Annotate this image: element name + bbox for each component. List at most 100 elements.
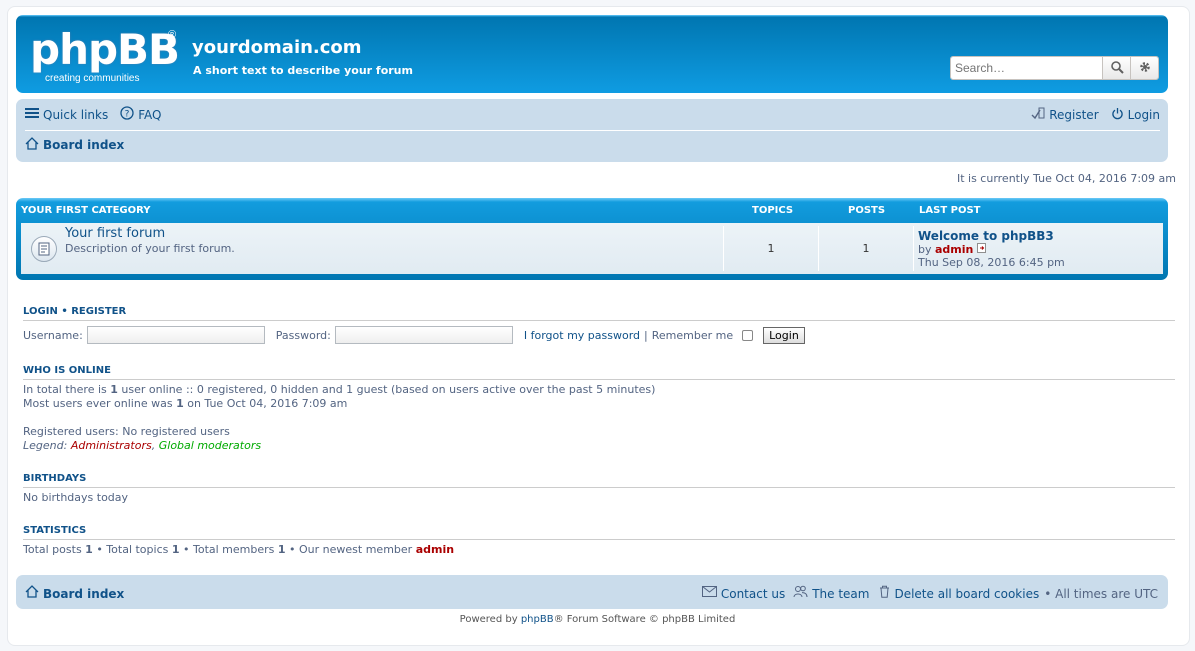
board-index-label: Board index xyxy=(43,138,125,152)
online-text-c: user online :: 0 registered, 0 hidden an… xyxy=(117,383,656,396)
birthdays-divider xyxy=(23,487,1175,488)
legend-comma: , xyxy=(151,439,156,452)
register-link[interactable]: Register xyxy=(1031,107,1099,124)
faq-label: FAQ xyxy=(138,108,162,122)
forum-topics-count: 1 xyxy=(723,226,818,271)
contact-us-link[interactable]: Contact us xyxy=(701,586,785,601)
register-section-link[interactable]: REGISTER xyxy=(71,306,126,317)
quick-links-label: Quick links xyxy=(43,108,109,122)
who-online-divider xyxy=(23,379,1175,380)
site-description: A short text to describe your forum xyxy=(193,64,413,77)
svg-text:?: ? xyxy=(125,110,130,120)
statistics-divider xyxy=(23,539,1175,540)
last-post-title-link[interactable]: Welcome to phpBB3 xyxy=(918,229,1054,243)
statistics-line: Total posts 1 • Total topics 1 • Total m… xyxy=(23,543,454,556)
stat-members-label: • Total members xyxy=(179,543,278,556)
trash-icon xyxy=(879,585,890,602)
legend-administrators-link[interactable]: Administrators xyxy=(71,439,152,452)
registered-users-line: Registered users: No registered users xyxy=(23,425,230,438)
navbar-divider xyxy=(25,130,1160,131)
most-count: 1 xyxy=(176,397,184,410)
forum-description: Description of your first forum. xyxy=(65,242,235,255)
login-divider xyxy=(23,320,1175,321)
breadcrumb: Board index xyxy=(25,136,136,154)
topics-column-header: TOPICS xyxy=(752,205,794,216)
footer-navbar: Board index Contact us The team Delete a… xyxy=(16,575,1168,609)
last-post-author-link[interactable]: admin xyxy=(935,243,973,256)
gear-icon xyxy=(1138,60,1152,77)
stat-posts-value: 1 xyxy=(85,543,93,556)
footer-breadcrumb: Board index xyxy=(25,585,136,602)
footer-board-index[interactable]: Board index xyxy=(25,585,124,602)
forum-title-link[interactable]: Your first forum xyxy=(65,226,165,241)
password-label: Password: xyxy=(275,328,331,342)
remember-me-checkbox[interactable] xyxy=(742,329,754,341)
birthdays-text: No birthdays today xyxy=(23,491,129,504)
breadcrumb-board-index[interactable]: Board index xyxy=(25,136,125,154)
current-time: It is currently Tue Oct 04, 2016 7:09 am xyxy=(956,172,1176,185)
login-button[interactable]: Login xyxy=(763,326,805,344)
phpbb-logo[interactable]: phpBB ® creating communities xyxy=(30,25,180,85)
users-icon xyxy=(793,585,808,602)
password-field[interactable] xyxy=(334,326,513,344)
username-field[interactable] xyxy=(86,326,265,344)
logo-registered-mark: ® xyxy=(168,29,177,41)
navbar-right: Register Login xyxy=(1031,107,1160,124)
home-icon xyxy=(25,136,39,154)
forgot-password-link[interactable]: I forgot my password xyxy=(524,329,640,342)
home-icon xyxy=(25,585,39,602)
login-register-title: LOGIN • REGISTER xyxy=(23,306,126,317)
delete-cookies-link[interactable]: Delete all board cookies xyxy=(879,585,1039,602)
navbar: Quick links ? FAQ Register Login Board i… xyxy=(16,99,1168,162)
most-users-line: Most users ever online was 1 on Tue Oct … xyxy=(23,397,347,410)
hamburger-icon xyxy=(25,107,39,123)
logo-text: phpBB xyxy=(30,25,180,74)
the-team-link[interactable]: The team xyxy=(793,585,869,602)
posts-column-header: POSTS xyxy=(848,205,886,216)
envelope-icon xyxy=(701,586,717,601)
copyright: Powered by phpBB® Forum Software © phpBB… xyxy=(0,614,1195,625)
search-button[interactable] xyxy=(1102,57,1130,79)
forum-read-icon xyxy=(31,236,57,262)
category-title[interactable]: YOUR FIRST CATEGORY xyxy=(21,205,151,216)
stat-topics-label: • Total topics xyxy=(92,543,172,556)
forum-row: Your first forum Description of your fir… xyxy=(21,223,1163,274)
the-team-label: The team xyxy=(812,586,870,601)
stat-topics-value: 1 xyxy=(171,543,180,556)
view-latest-post-icon[interactable] xyxy=(976,243,987,256)
power-icon xyxy=(1111,107,1124,124)
forum-category-box: YOUR FIRST CATEGORY TOPICS POSTS LAST PO… xyxy=(16,198,1168,280)
forum-posts-count: 1 xyxy=(818,226,913,271)
last-post-info: Welcome to phpBB3 by admin Thu Sep 08, 2… xyxy=(918,229,1065,270)
footer-links: Contact us The team Delete all board coo… xyxy=(701,585,1158,602)
last-post-column-header: LAST POST xyxy=(919,205,981,216)
pipe-separator: | xyxy=(644,328,648,342)
username-label: Username: xyxy=(23,328,83,342)
pencil-check-icon xyxy=(1031,107,1045,124)
footer-board-index-label: Board index xyxy=(43,586,125,601)
online-text-a: In total there is xyxy=(23,383,111,396)
advanced-search-button[interactable] xyxy=(1130,57,1158,79)
copyright-text: ® Forum Software © phpBB Limited xyxy=(553,614,736,625)
legend-moderators-link[interactable]: Global moderators xyxy=(159,439,261,452)
quick-links-menu[interactable]: Quick links xyxy=(25,106,108,124)
who-is-online-title[interactable]: WHO IS ONLINE xyxy=(23,365,111,376)
last-post-time: Thu Sep 08, 2016 6:45 pm xyxy=(918,256,1065,269)
navbar-top-row: Quick links ? FAQ Register Login xyxy=(25,106,1160,124)
login-section-link[interactable]: LOGIN xyxy=(23,306,58,317)
search-input[interactable] xyxy=(951,57,1102,79)
phpbb-link[interactable]: phpBB xyxy=(521,614,554,625)
login-link[interactable]: Login xyxy=(1111,107,1160,124)
login-form: Username: Password: I forgot my password… xyxy=(23,326,805,344)
online-total-line: In total there is 1 user online :: 0 reg… xyxy=(23,383,655,396)
stat-members-value: 1 xyxy=(277,543,286,556)
legend-line: Legend: Administrators, Global moderator… xyxy=(23,439,261,452)
last-post-divider xyxy=(913,226,914,271)
last-post-by: by xyxy=(918,243,932,256)
stat-newest-label: • Our newest member xyxy=(285,543,416,556)
faq-link[interactable]: ? FAQ xyxy=(120,106,161,124)
newest-member-link[interactable]: admin xyxy=(416,543,454,556)
online-count: 1 xyxy=(110,383,118,396)
search-box xyxy=(950,56,1159,80)
search-icon xyxy=(1110,60,1124,77)
